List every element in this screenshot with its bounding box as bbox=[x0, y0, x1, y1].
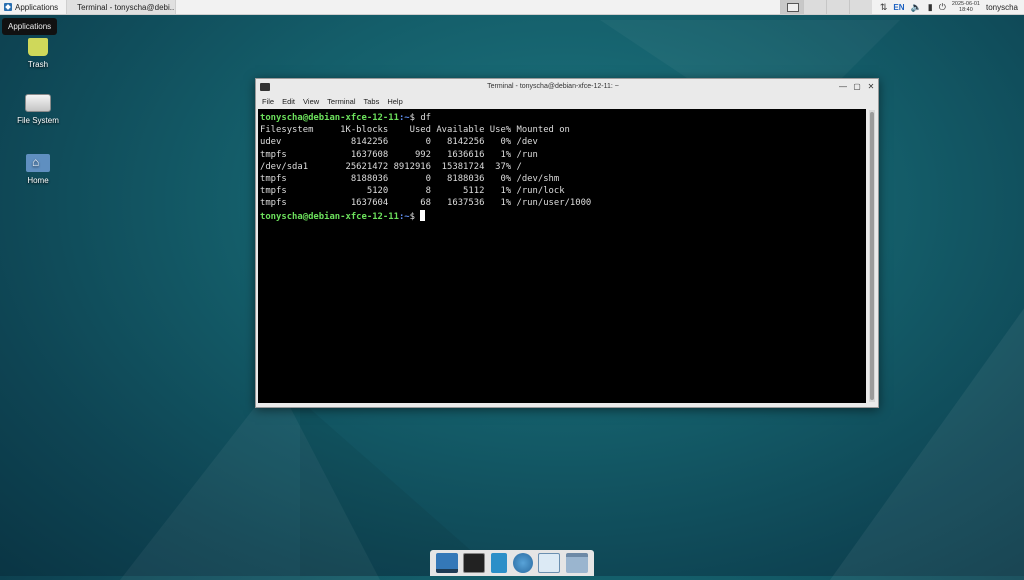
keyboard-layout-indicator[interactable]: EN bbox=[893, 3, 904, 12]
workspace-switcher[interactable] bbox=[779, 0, 872, 14]
home-folder-icon bbox=[26, 154, 50, 172]
desktop-icon-trash[interactable]: Trash bbox=[8, 38, 68, 69]
applications-tooltip: Applications bbox=[2, 18, 58, 35]
output-line: udev 8142256 0 8142256 0% /dev bbox=[260, 137, 538, 148]
prompt-user: tonyscha@debian-xfce-12-11 bbox=[260, 211, 399, 222]
output-line: tmpfs 1637608 992 1636616 1% /run bbox=[260, 149, 538, 160]
minimize-icon[interactable]: — bbox=[836, 82, 850, 91]
terminal-icon[interactable] bbox=[463, 553, 486, 573]
desktop-icon-label: Trash bbox=[27, 60, 49, 69]
close-icon[interactable]: ✕ bbox=[864, 82, 878, 91]
command-text: df bbox=[420, 113, 431, 123]
output-line: tmpfs 8188036 0 8188036 0% /dev/shm bbox=[260, 174, 560, 185]
workspace-3[interactable] bbox=[825, 0, 849, 14]
menu-file[interactable]: File bbox=[262, 97, 274, 106]
maximize-icon[interactable]: ▢ bbox=[850, 82, 864, 91]
trash-icon bbox=[28, 38, 48, 56]
output-line: Filesystem 1K-blocks Used Available Use%… bbox=[260, 125, 570, 136]
menubar: File Edit View Terminal Tabs Help bbox=[256, 94, 878, 108]
menu-view[interactable]: View bbox=[303, 97, 319, 106]
desktop-icon-filesystem[interactable]: File System bbox=[8, 94, 68, 125]
workspace-1[interactable] bbox=[779, 0, 803, 14]
battery-icon[interactable]: ▮ bbox=[928, 2, 933, 13]
window-titlebar[interactable]: Terminal - tonyscha@debian-xfce-12-11: ~… bbox=[256, 79, 878, 94]
workspace-2[interactable] bbox=[802, 0, 826, 14]
top-panel: Applications Terminal - tonyscha@debi...… bbox=[0, 0, 1024, 15]
web-browser-icon[interactable] bbox=[512, 553, 533, 573]
menu-tabs[interactable]: Tabs bbox=[364, 97, 380, 106]
app-finder-icon[interactable] bbox=[538, 553, 561, 573]
user-menu[interactable]: tonyscha bbox=[986, 3, 1018, 12]
output-line: tmpfs 5120 8 5112 1% /run/lock bbox=[260, 186, 565, 197]
drive-icon bbox=[25, 94, 51, 112]
workspace-4[interactable] bbox=[848, 0, 872, 14]
window-title: Terminal - tonyscha@debian-xfce-12-11: ~ bbox=[487, 83, 619, 90]
clock[interactable]: 2025-06-01 18:40 bbox=[952, 1, 980, 13]
volume-icon[interactable]: 🔈 bbox=[911, 2, 922, 13]
terminal-scrollbar[interactable] bbox=[869, 110, 875, 402]
terminal-output-area[interactable]: tonyscha@debian-xfce-12-11:~$ df Filesys… bbox=[258, 109, 866, 403]
clock-time: 18:40 bbox=[959, 7, 973, 13]
desktop-icon-label: Home bbox=[27, 176, 49, 185]
applications-label: Applications bbox=[15, 2, 59, 12]
terminal-text: tonyscha@debian-xfce-12-11:~$ df Filesys… bbox=[260, 113, 592, 222]
xfce-menu-icon bbox=[4, 3, 12, 11]
desktop-icon-label: File System bbox=[17, 116, 59, 125]
output-line: tmpfs 1637604 68 1637536 1% /run/user/10… bbox=[260, 198, 592, 209]
prompt-path: :~ bbox=[398, 211, 410, 222]
desktop-icon-home[interactable]: Home bbox=[8, 154, 68, 185]
network-icon[interactable]: ⇅ bbox=[880, 2, 888, 13]
power-icon[interactable]: ⏻ bbox=[939, 2, 946, 13]
terminal-icon bbox=[260, 82, 270, 91]
output-line: /dev/sda1 25621472 8912916 15381724 37% … bbox=[260, 161, 522, 172]
folder-icon[interactable] bbox=[566, 553, 589, 573]
applications-menu-button[interactable]: Applications bbox=[0, 0, 62, 14]
prompt-user: tonyscha@debian-xfce-12-11 bbox=[260, 113, 399, 123]
prompt-path: :~ bbox=[398, 113, 410, 123]
file-manager-icon[interactable] bbox=[491, 553, 508, 573]
terminal-window[interactable]: Terminal - tonyscha@debian-xfce-12-11: ~… bbox=[255, 78, 879, 408]
text-cursor bbox=[420, 209, 426, 221]
menu-edit[interactable]: Edit bbox=[282, 97, 295, 106]
scrollbar-thumb[interactable] bbox=[870, 112, 874, 400]
show-desktop-icon[interactable] bbox=[435, 553, 458, 573]
dock bbox=[430, 550, 594, 576]
menu-terminal[interactable]: Terminal bbox=[327, 97, 355, 106]
menu-help[interactable]: Help bbox=[387, 97, 402, 106]
taskbar-terminal-title: Terminal - tonyscha@debi... bbox=[77, 2, 177, 12]
system-tray: ⇅ EN 🔈 ▮ ⏻ 2025-06-01 18:40 tonyscha bbox=[880, 1, 1024, 13]
taskbar-terminal-button[interactable]: Terminal - tonyscha@debi... bbox=[66, 0, 177, 14]
